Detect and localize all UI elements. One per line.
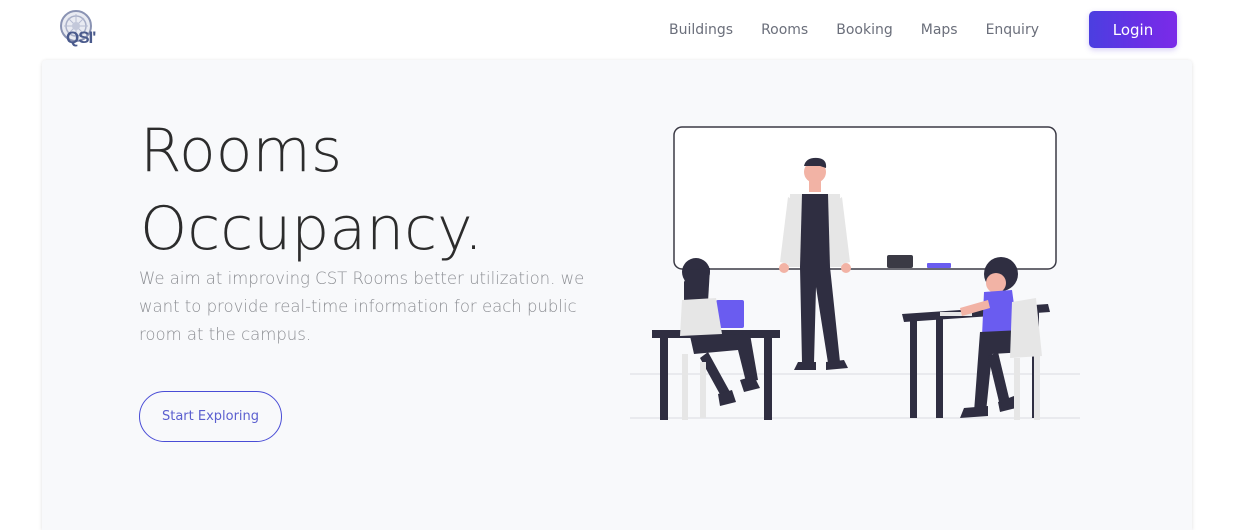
hero-section: Rooms Occupancy. We aim at improving CST… <box>42 60 1192 530</box>
logo-text: QSI' <box>66 28 96 47</box>
brand-logo[interactable]: QSI' <box>58 8 110 52</box>
nav-buildings-link[interactable]: Buildings <box>669 22 733 38</box>
nav-booking-link[interactable]: Booking <box>836 22 893 38</box>
nav-rooms-link[interactable]: Rooms <box>761 22 808 38</box>
hero-title-line-1: Rooms <box>140 116 343 186</box>
classroom-illustration-svg <box>630 126 1080 420</box>
nav-enquiry-link[interactable]: Enquiry <box>986 22 1039 38</box>
hero-description: We aim at improving CST Rooms better uti… <box>139 269 585 344</box>
top-navbar: QSI' Buildings Rooms Booking Maps Enquir… <box>0 0 1234 60</box>
hero-title-line-2: Occupancy. <box>140 194 484 264</box>
main-nav: Buildings Rooms Booking Maps Enquiry <box>669 0 1039 60</box>
login-button[interactable]: Login <box>1089 11 1177 48</box>
classroom-illustration <box>630 122 1090 432</box>
hero-title: Rooms Occupancy. <box>140 112 483 268</box>
start-exploring-button[interactable]: Start Exploring <box>139 391 282 442</box>
nav-maps-link[interactable]: Maps <box>921 22 958 38</box>
